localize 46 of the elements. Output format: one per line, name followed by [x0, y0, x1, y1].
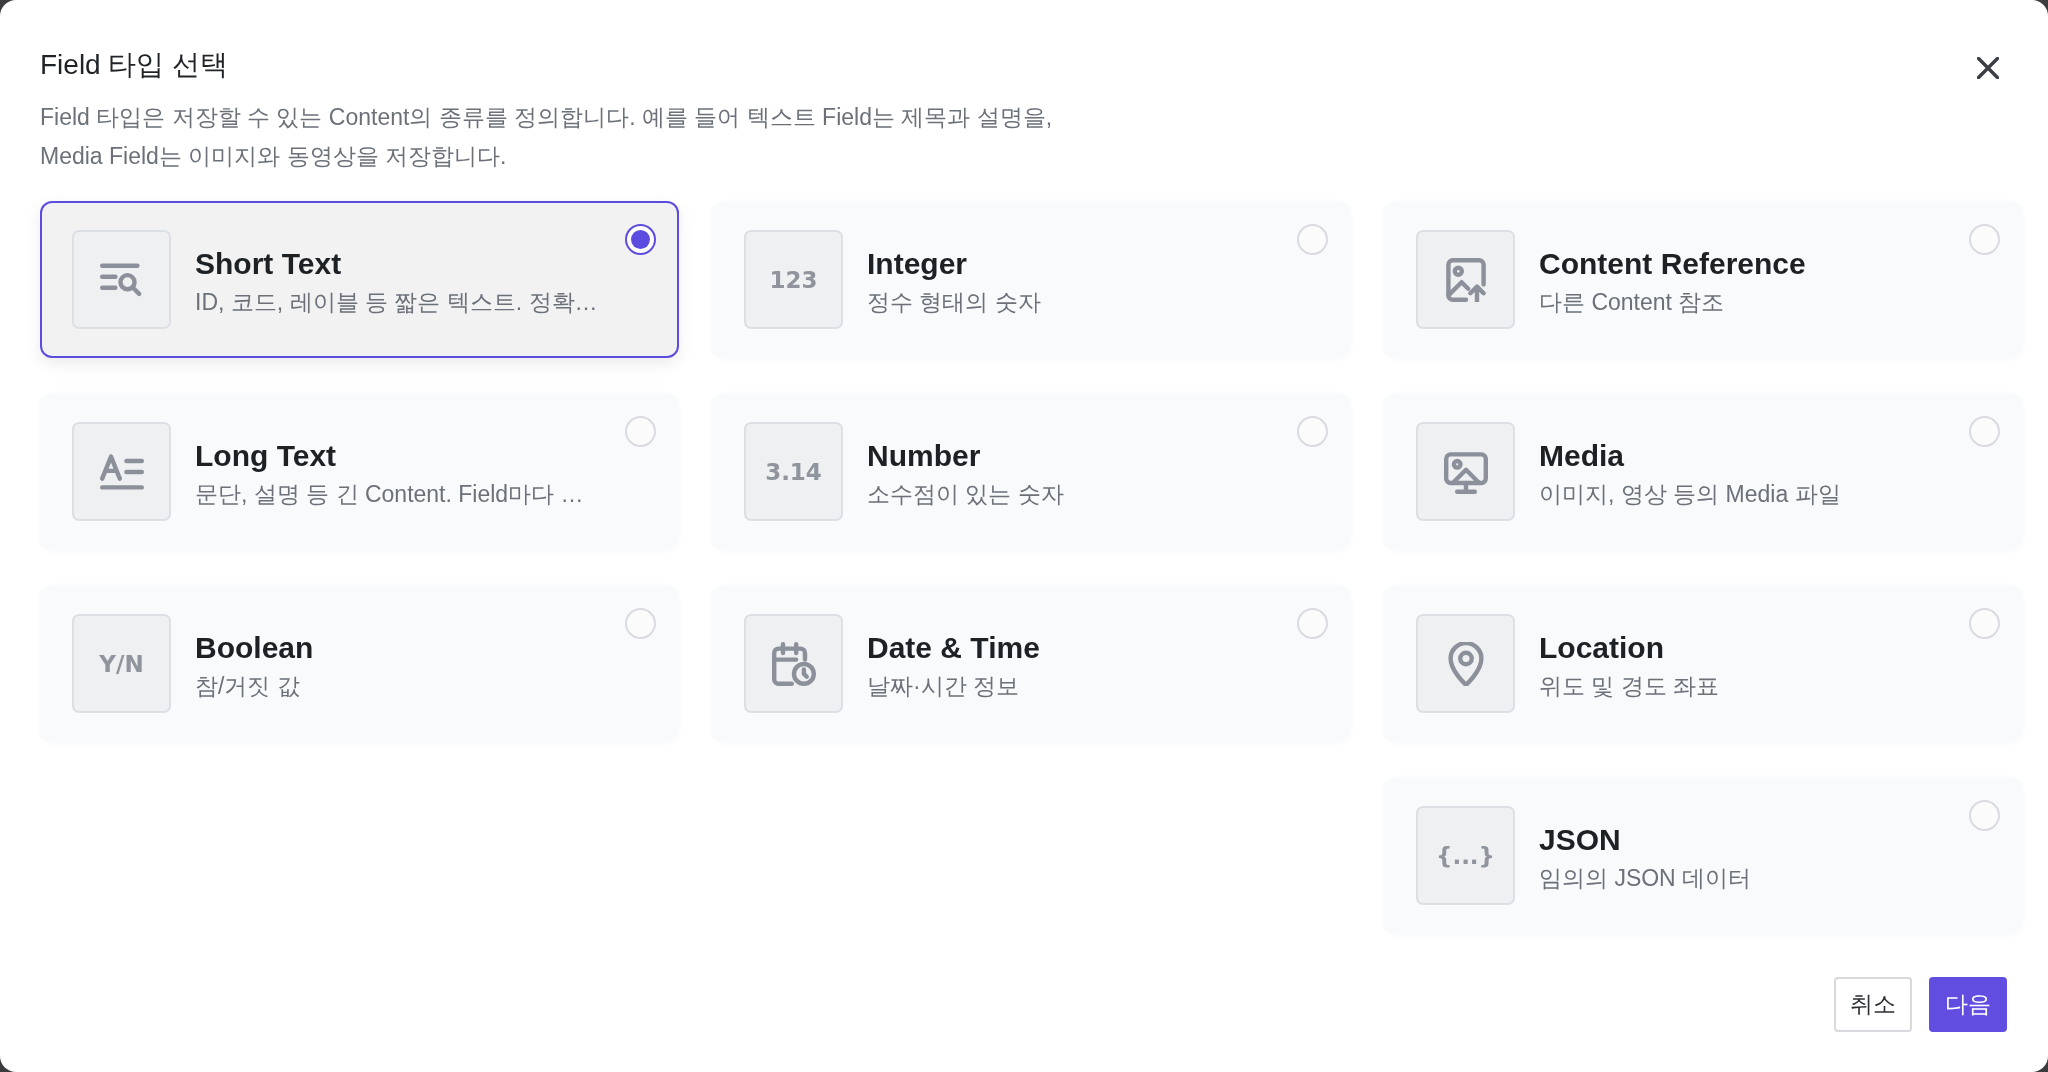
field-type-option[interactable]: 123 Integer 정수 형태의 숫자 [712, 201, 1351, 358]
option-name: Location [1539, 630, 1664, 666]
option-description: 위도 및 경도 좌표 [1539, 672, 1720, 701]
option-description: ID, 코드, 레이블 등 짧은 텍스트. 정확… [195, 288, 598, 317]
field-type-option[interactable]: Content Reference 다른 Content 참조 [1384, 201, 2023, 358]
option-name: Long Text [195, 438, 337, 474]
close-icon [1977, 57, 1999, 79]
type-glyph: {...} [1416, 806, 1515, 905]
cancel-button[interactable]: 취소 [1834, 977, 1912, 1032]
option-name: Short Text [195, 246, 342, 282]
field-type-option[interactable]: {...} JSON 임의의 JSON 데이터 [1384, 777, 2023, 934]
next-button[interactable]: 다음 [1929, 977, 2007, 1032]
image-monitor-icon [1416, 422, 1515, 521]
field-type-option[interactable]: Date & Time 날짜·시간 정보 [712, 585, 1351, 742]
option-description: 이미지, 영상 등의 Media 파일 [1539, 480, 1841, 509]
dialog-description: Field 타입은 저장할 수 있는 Content의 종류를 정의합니다. 예를 들어 텍스트 Field는 제목과 설명을, Media Field는 이미지와 동영상을 저장합니다. [40, 103, 1054, 171]
text-lines-icon [72, 422, 171, 521]
type-glyph: 3.14 [744, 422, 843, 521]
map-pin-icon [1416, 614, 1515, 713]
option-name: Boolean [195, 630, 314, 666]
field-type-option[interactable]: Y/N Boolean 참/거짓 값 [40, 585, 679, 742]
option-name: Content Reference [1539, 246, 1806, 282]
field-type-option[interactable]: Long Text 문단, 설명 등 긴 Content. Field마다 … [40, 393, 679, 550]
field-type-option[interactable]: Short Text ID, 코드, 레이블 등 짧은 텍스트. 정확… [40, 201, 679, 358]
option-name: JSON [1539, 822, 1621, 858]
option-description: 다른 Content 참조 [1539, 288, 1725, 317]
option-description: 정수 형태의 숫자 [867, 288, 1041, 317]
option-description: 임의의 JSON 데이터 [1539, 864, 1752, 893]
close-button[interactable] [1977, 57, 1999, 79]
field-type-option[interactable]: Media 이미지, 영상 등의 Media 파일 [1384, 393, 2023, 550]
option-description: 문단, 설명 등 긴 Content. Field마다 … [195, 480, 584, 509]
radio-button[interactable] [625, 224, 656, 255]
option-name: Number [867, 438, 981, 474]
dialog-title: Field 타입 선택 [40, 48, 229, 82]
text-search-icon [72, 230, 171, 329]
calendar-clock-icon [744, 614, 843, 713]
option-description: 참/거짓 값 [195, 672, 300, 701]
option-name: Integer [867, 246, 968, 282]
type-glyph: Y/N [72, 614, 171, 713]
field-type-option[interactable]: Location 위도 및 경도 좌표 [1384, 585, 2023, 742]
option-name: Date & Time [867, 630, 1040, 666]
option-description: 날짜·시간 정보 [867, 672, 1020, 701]
option-description: 소수점이 있는 숫자 [867, 480, 1064, 509]
option-name: Media [1539, 438, 1625, 474]
type-glyph: 123 [744, 230, 843, 329]
field-type-option[interactable]: 3.14 Number 소수점이 있는 숫자 [712, 393, 1351, 550]
